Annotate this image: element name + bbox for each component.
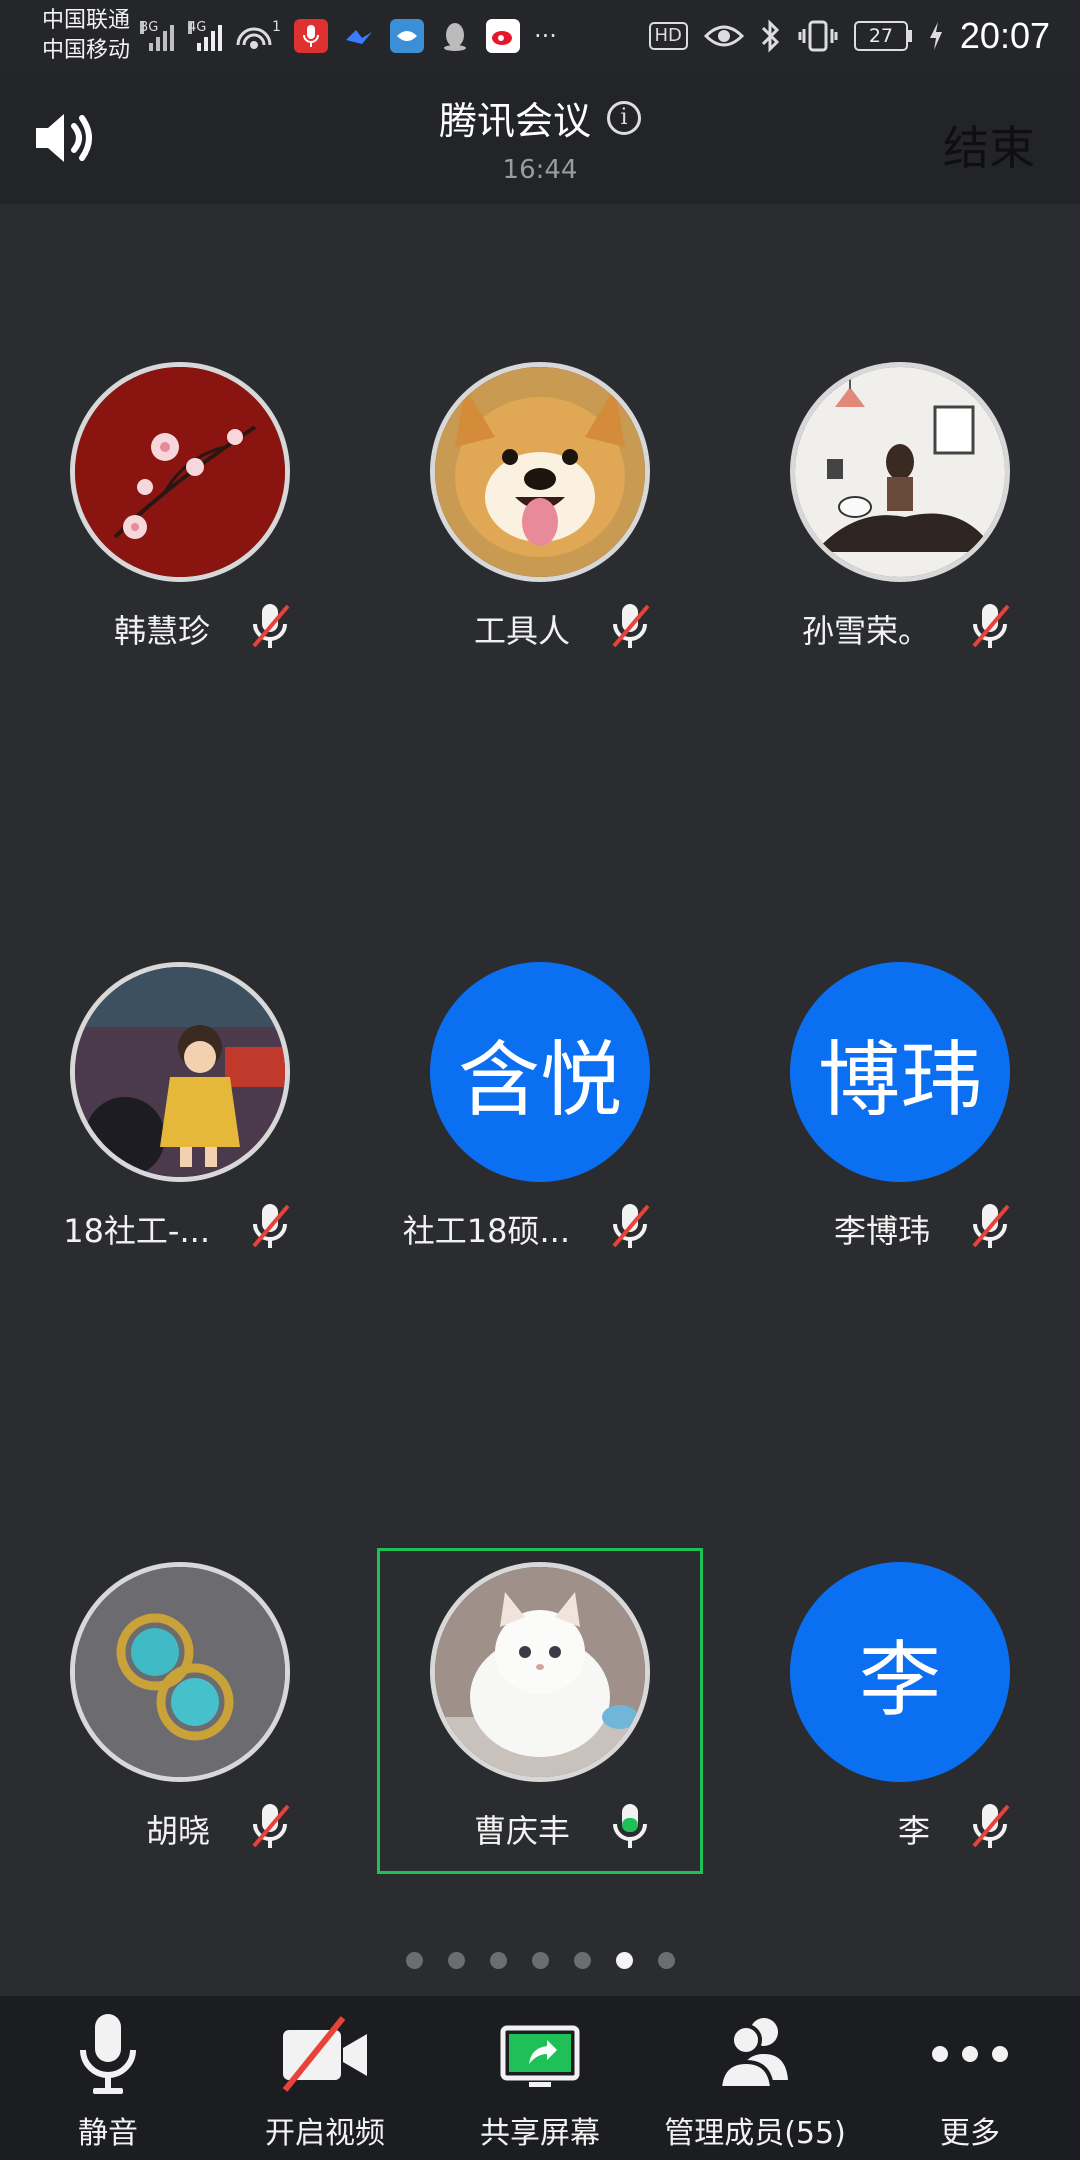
recorder-app-icon (294, 19, 328, 53)
more-button[interactable]: 更多 (900, 1996, 1040, 2160)
bluetooth-icon (761, 19, 780, 53)
participant-nameline: 李博玮 (740, 1200, 1060, 1256)
participant-nameline: 工具人 (380, 600, 700, 656)
participant-tile[interactable]: 工具人 (380, 362, 700, 692)
end-meeting-button[interactable]: 结束 (943, 112, 1035, 178)
status-icons-right: HD 27 20:07 (648, 12, 1050, 60)
participant-tile[interactable]: 韩慧珍 (20, 362, 340, 692)
meeting-title-text: 腾讯会议 (438, 99, 591, 143)
charging-icon (929, 22, 942, 50)
svg-text:1: 1 (272, 19, 280, 35)
avatar-initials: 博玮 (790, 962, 1010, 1182)
mic-muted-icon (252, 1204, 290, 1248)
participant-tile-active[interactable]: 曹庆丰 (380, 1562, 700, 1892)
page-indicator (0, 1952, 1080, 1969)
participant-nameline: 孙雪荣。 (740, 600, 1060, 656)
manage-members-label: 管理成员(55) (664, 2116, 846, 2151)
page-dot[interactable] (657, 1952, 675, 1969)
participant-tile[interactable]: 18社工-... (20, 962, 340, 1292)
status-bar: 中国联通 中国移动 3G 4G 1 ··· HD 27 20:07 (0, 0, 1080, 72)
participant-nameline: 李 (740, 1800, 1060, 1856)
avatar (70, 1562, 290, 1782)
participant-nameline: 韩慧珍 (20, 600, 340, 656)
status-icons-left: 3G 4G 1 ··· (140, 14, 557, 58)
meeting-timer: 16:44 (502, 155, 578, 185)
qq-app-icon (438, 19, 472, 53)
microphone-icon (80, 2014, 136, 2094)
participant-tile[interactable]: 胡晓 (20, 1562, 340, 1892)
avatar (430, 1562, 650, 1782)
participant-name: 李博玮 (833, 1212, 930, 1250)
mic-muted-icon (612, 1204, 650, 1248)
share-screen-label: 共享屏幕 (480, 2116, 600, 2151)
participant-nameline: 曹庆丰 (380, 1800, 700, 1856)
participant-nameline: 胡晓 (20, 1800, 340, 1856)
participant-tile[interactable]: 博玮 李博玮 (740, 962, 1060, 1292)
share-screen-icon (500, 2025, 580, 2087)
page-dot[interactable] (489, 1952, 507, 1969)
weibo-app-icon (486, 19, 520, 53)
camera-off-icon (282, 2016, 367, 2092)
participant-name: 社工18硕... (402, 1212, 570, 1250)
participant-tile[interactable]: 李 李 (740, 1562, 1060, 1892)
participant-nameline: 18社工-... (20, 1200, 340, 1256)
vibrate-icon (798, 20, 838, 52)
clock: 20:07 (959, 15, 1050, 56)
participant-name: 韩慧珍 (113, 612, 210, 650)
mic-muted-icon (252, 604, 290, 648)
feishu-app-icon (342, 19, 376, 53)
more-notifications-icon: ··· (534, 22, 557, 50)
page-dot[interactable] (447, 1952, 465, 1969)
app-icon (390, 19, 424, 53)
page-dot[interactable] (573, 1952, 591, 1969)
avatar (70, 962, 290, 1182)
meeting-header: 腾讯会议 i 16:44 结束 (0, 72, 1080, 204)
avatar-initials: 李 (790, 1562, 1010, 1782)
mute-button[interactable]: 静音 (30, 1996, 186, 2160)
members-icon (717, 2018, 788, 2090)
participant-name: 胡晓 (145, 1812, 210, 1850)
info-icon[interactable]: i (607, 100, 641, 135)
signal-icon: 3G (140, 21, 174, 51)
participant-name: 18社工-... (63, 1212, 210, 1250)
start-video-button[interactable]: 开启视频 (240, 1996, 410, 2160)
hd-icon: HD (648, 22, 688, 50)
bottom-toolbar: 静音 开启视频 共享屏幕 管理成员(55) 更多 (0, 1996, 1080, 2160)
carrier-info: 中国联通 中国移动 (42, 6, 130, 66)
eye-comfort-icon (703, 25, 744, 47)
more-label: 更多 (940, 2116, 1000, 2151)
avatar (790, 362, 1010, 582)
carrier-2: 中国移动 (42, 38, 131, 63)
mic-muted-icon (972, 604, 1010, 648)
mic-muted-icon (252, 1804, 290, 1848)
battery-icon: 27 (853, 21, 912, 51)
avatar-initials: 含悦 (430, 962, 650, 1182)
participant-name: 曹庆丰 (473, 1812, 570, 1850)
mic-muted-icon (972, 1804, 1010, 1848)
mute-label: 静音 (78, 2116, 138, 2151)
avatar (430, 362, 650, 582)
more-dots-icon (932, 2046, 1008, 2062)
participant-tile[interactable]: 含悦 社工18硕... (380, 962, 700, 1292)
mic-speaking-icon (613, 1804, 647, 1848)
participant-name: 工具人 (473, 612, 570, 650)
avatar (70, 362, 290, 582)
manage-members-button[interactable]: 管理成员(55) (660, 1996, 850, 2160)
page-dot-current[interactable] (615, 1952, 633, 1969)
page-dot[interactable] (405, 1952, 423, 1969)
meeting-title[interactable]: 腾讯会议 i (439, 90, 641, 145)
participant-tile[interactable]: 孙雪荣。 (740, 362, 1060, 692)
share-screen-button[interactable]: 共享屏幕 (460, 1996, 620, 2160)
participant-name: 孙雪荣。 (801, 612, 930, 650)
page-dot[interactable] (531, 1952, 549, 1969)
participant-grid: 韩慧珍 工具人 孙雪荣。 18社工-... 含悦 社工18硕... 博玮 李博玮… (0, 204, 1080, 1940)
mic-muted-icon (972, 1204, 1010, 1248)
participant-nameline: 社工18硕... (380, 1200, 700, 1256)
mic-muted-icon (612, 604, 650, 648)
participant-name: 李 (897, 1812, 930, 1850)
carrier-1: 中国联通 (42, 8, 131, 33)
signal-icon: 4G (188, 21, 222, 51)
hotspot-icon: 1 (236, 19, 280, 49)
start-video-label: 开启视频 (265, 2116, 385, 2151)
